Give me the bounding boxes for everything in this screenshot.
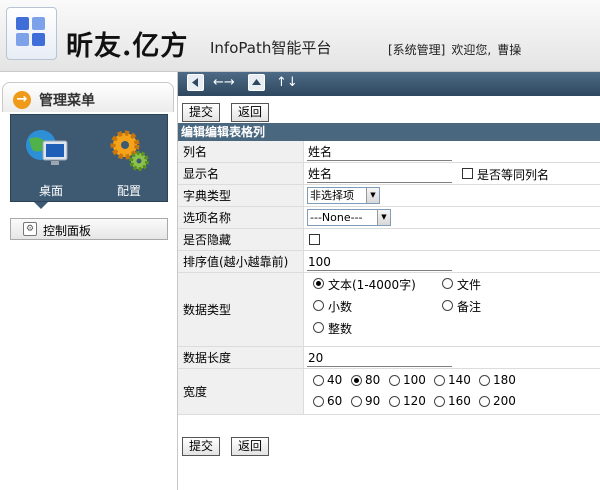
user-name[interactable]: 曹操 — [497, 43, 521, 57]
data-type-file-label: 文件 — [457, 278, 482, 292]
data-type-memo-label: 备注 — [457, 300, 482, 314]
user-info: [系统管理] 欢迎您, 曹操 — [388, 41, 521, 58]
back-button-top[interactable]: 返回 — [231, 103, 270, 122]
app-logo-icon — [6, 7, 57, 60]
module-config[interactable]: 配置 — [91, 115, 167, 203]
bottom-button-bar: 提交 返回 — [178, 433, 600, 459]
width-140-radio[interactable] — [434, 375, 445, 386]
data-type-integer-radio[interactable] — [313, 322, 324, 333]
option-name-select[interactable]: ---None--- ▼ — [307, 209, 391, 226]
width-200-radio[interactable] — [479, 396, 490, 407]
menu-header: → 管理菜单 — [2, 82, 174, 112]
width-90-radio[interactable] — [351, 396, 362, 407]
width-40-radio[interactable] — [313, 375, 324, 386]
chevron-down-icon: ▼ — [377, 210, 390, 225]
width-100-radio[interactable] — [389, 375, 400, 386]
width-120-radio[interactable] — [389, 396, 400, 407]
same-as-column-checkbox[interactable] — [462, 168, 473, 179]
width-120-label: 120 — [403, 394, 426, 408]
module-desktop-label: 桌面 — [38, 184, 63, 198]
user-role: [系统管理] — [388, 43, 446, 57]
row-data-type: 数据类型 文本(1-4000字) 文件 小数 备注 整数 — [178, 273, 600, 347]
width-label: 宽度 — [178, 369, 304, 414]
section-title: 编辑编辑表格列 — [178, 123, 600, 141]
module-area: 桌面 配置 — [10, 114, 168, 202]
header: 昕友.亿方 InfoPath智能平台 [系统管理] 欢迎您, 曹操 — [0, 0, 600, 72]
resize-vertical-icon[interactable]: ↑↓ — [276, 72, 298, 96]
collapse-left-icon[interactable] — [187, 74, 204, 91]
width-90-label: 90 — [365, 394, 381, 408]
sidebar-item-control-panel[interactable]: ⚙ 控制面板 — [10, 218, 168, 240]
hidden-label: 是否隐藏 — [178, 229, 304, 250]
row-dict-type: 字典类型 非选择项 ▼ — [178, 185, 600, 207]
chevron-down-icon: ▼ — [366, 188, 379, 203]
row-sort-order: 排序值(越小越靠前) 100 — [178, 251, 600, 273]
module-desktop[interactable]: 桌面 — [13, 115, 89, 203]
row-column-name: 列名 姓名 — [178, 141, 600, 163]
width-80-label: 80 — [365, 373, 381, 387]
form-table: 列名 姓名 显示名 姓名 是否等同列名 字典类型 非选择项 ▼ 选项名称 ---… — [178, 141, 600, 415]
back-button-bottom[interactable]: 返回 — [231, 437, 270, 456]
settings-icon: ⚙ — [23, 222, 37, 236]
dict-type-value: 非选择项 — [310, 189, 354, 202]
sidebar-item-label: 控制面板 — [43, 224, 92, 238]
submit-button-top[interactable]: 提交 — [182, 103, 221, 122]
data-type-text-radio[interactable] — [313, 278, 324, 289]
width-40-label: 40 — [327, 373, 343, 387]
width-60-label: 60 — [327, 394, 343, 408]
column-name-input[interactable]: 姓名 — [307, 143, 452, 161]
platform-name: InfoPath智能平台 — [210, 39, 332, 57]
width-180-label: 180 — [493, 373, 516, 387]
sidebar: → 管理菜单 桌面 配置 ⚙ 控制面板 — [0, 72, 178, 490]
menu-title: 管理菜单 — [39, 93, 95, 109]
row-width: 宽度 40 80 100 140 180 60 90 120 160 200 — [178, 369, 600, 415]
app-window: 昕友.亿方 InfoPath智能平台 [系统管理] 欢迎您, 曹操 ←→ ↑↓ → … — [0, 0, 600, 490]
display-name-input[interactable]: 姓名 — [307, 165, 452, 183]
resize-horizontal-icon[interactable]: ←→ — [213, 72, 235, 96]
width-160-radio[interactable] — [434, 396, 445, 407]
data-length-input[interactable]: 20 — [307, 349, 452, 367]
dict-type-select[interactable]: 非选择项 ▼ — [307, 187, 380, 204]
welcome-text: 欢迎您, — [451, 43, 492, 57]
same-as-column-label: 是否等同列名 — [477, 168, 550, 182]
module-config-label: 配置 — [116, 184, 141, 198]
width-140-label: 140 — [448, 373, 471, 387]
row-display-name: 显示名 姓名 是否等同列名 — [178, 163, 600, 185]
column-name-label: 列名 — [178, 141, 304, 162]
sort-order-input[interactable]: 100 — [307, 253, 452, 271]
display-name-label: 显示名 — [178, 163, 304, 184]
row-option-name: 选项名称 ---None--- ▼ — [178, 207, 600, 229]
option-name-value: ---None--- — [310, 211, 363, 224]
data-type-decimal-label: 小数 — [328, 300, 353, 314]
selected-module-pointer-icon — [34, 202, 48, 209]
gear-icon — [110, 130, 149, 171]
edit-form: 提交 返回 编辑编辑表格列 列名 姓名 显示名 姓名 是否等同列名 字典类型 非… — [178, 96, 600, 490]
width-100-label: 100 — [403, 373, 426, 387]
data-length-label: 数据长度 — [178, 347, 304, 368]
top-button-bar: 提交 返回 — [178, 99, 600, 125]
data-type-decimal-radio[interactable] — [313, 300, 324, 311]
option-name-label: 选项名称 — [178, 207, 304, 228]
submit-button-bottom[interactable]: 提交 — [182, 437, 221, 456]
width-180-radio[interactable] — [479, 375, 490, 386]
width-200-label: 200 — [493, 394, 516, 408]
brand-name: 昕友.亿方 — [66, 31, 189, 62]
data-type-text-label: 文本(1-4000字) — [328, 278, 416, 292]
data-type-label: 数据类型 — [178, 273, 304, 346]
data-type-memo-radio[interactable] — [442, 300, 453, 311]
row-data-length: 数据长度 20 — [178, 347, 600, 369]
width-160-label: 160 — [448, 394, 471, 408]
hidden-checkbox[interactable] — [309, 234, 320, 245]
data-type-integer-label: 整数 — [328, 322, 353, 336]
dict-type-label: 字典类型 — [178, 185, 304, 206]
data-type-file-radio[interactable] — [442, 278, 453, 289]
arrow-right-icon: → — [13, 91, 31, 109]
sort-order-label: 排序值(越小越靠前) — [178, 251, 304, 272]
toolbar: ←→ ↑↓ — [178, 72, 600, 96]
width-60-radio[interactable] — [313, 396, 324, 407]
row-hidden: 是否隐藏 — [178, 229, 600, 251]
desktop-globe-icon — [26, 130, 68, 165]
width-80-radio[interactable] — [351, 375, 362, 386]
collapse-up-icon[interactable] — [248, 74, 265, 91]
